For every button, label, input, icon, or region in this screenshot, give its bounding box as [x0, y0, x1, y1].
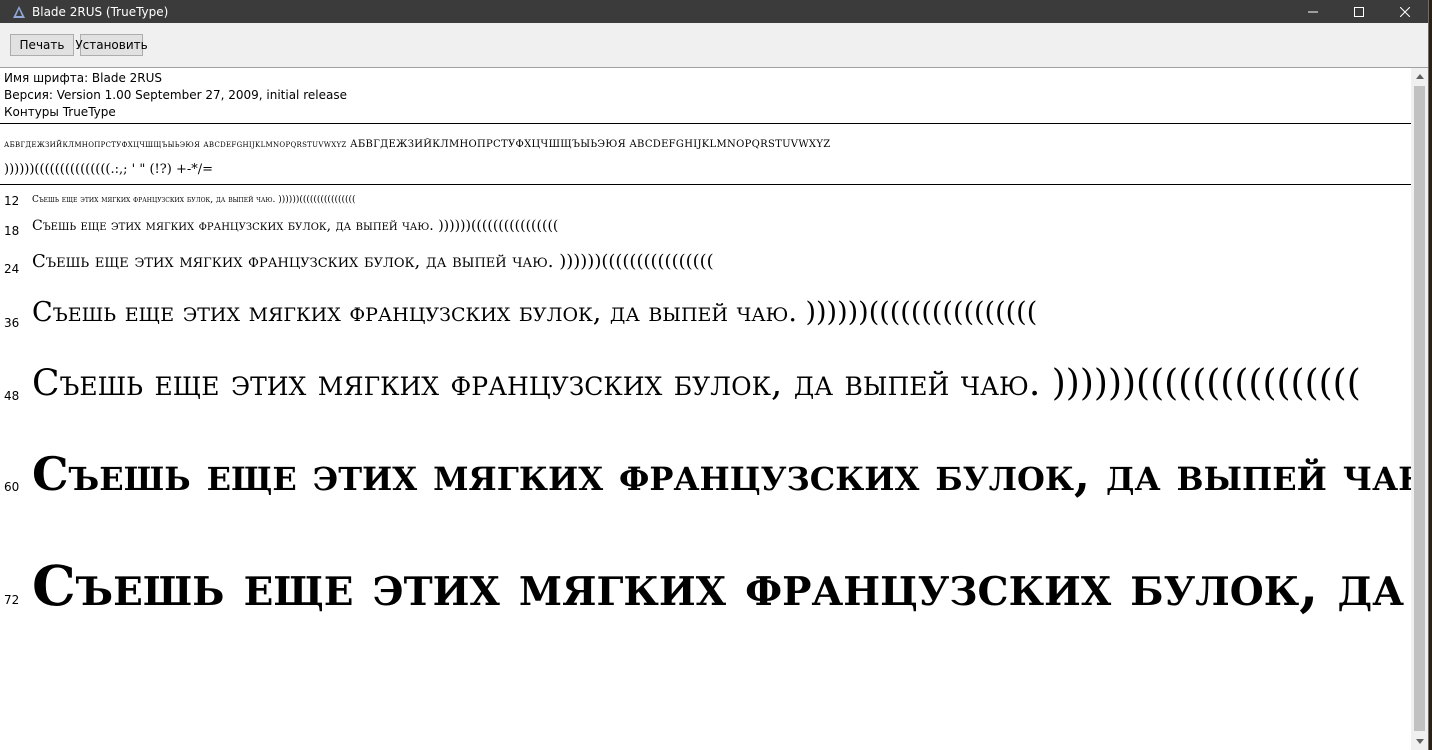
- title-bar[interactable]: Blade 2RUS (TrueType): [0, 0, 1428, 23]
- sample-row-36: 36 Съешь еще этих мягких французских бул…: [0, 291, 1411, 355]
- sample-row-12: 12 Съешь еще этих мягких французских бул…: [0, 185, 1411, 215]
- sample-row-60: 60 Съешь еще этих мягких французских бул…: [0, 443, 1411, 551]
- sample-size-label: 36: [4, 316, 20, 330]
- sample-size-label: 72: [4, 593, 20, 607]
- sample-text: Съешь еще этих мягких французских булок,…: [32, 195, 356, 205]
- sample-text: Съешь еще этих мягких французских булок,…: [32, 553, 1411, 618]
- charset-letters: абвгдежзийклмнопрстуфхцчшщъыьэюя abcdefg…: [4, 139, 831, 150]
- sample-size-label: 60: [4, 480, 20, 494]
- sample-row-18: 18 Съешь еще этих мягких французских бул…: [0, 215, 1411, 249]
- minimize-icon[interactable]: [1290, 0, 1336, 23]
- sample-text: Съешь еще этих мягких французских булок,…: [32, 251, 714, 272]
- divider: [0, 123, 1411, 124]
- scroll-down-icon[interactable]: [1411, 733, 1428, 750]
- close-icon[interactable]: [1382, 0, 1428, 23]
- sample-size-label: 24: [4, 262, 20, 276]
- maximize-icon[interactable]: [1336, 0, 1382, 23]
- font-viewer-window: Blade 2RUS (TrueType) Печать Установить …: [0, 0, 1429, 750]
- font-outline-line: Контуры TrueType: [4, 105, 116, 119]
- toolbar: Печать Установить: [0, 23, 1428, 68]
- sample-text: Съешь еще этих мягких французских булок,…: [32, 218, 559, 234]
- charset-symbols: ))))))(((((((((((((((.:,; ' " (!?) +-*/=: [4, 162, 214, 177]
- font-preview-area: Имя шрифта: Blade 2RUS Версия: Version 1…: [0, 68, 1411, 750]
- scroll-up-icon[interactable]: [1411, 68, 1428, 85]
- font-name-line: Имя шрифта: Blade 2RUS: [4, 71, 163, 85]
- install-button[interactable]: Установить: [75, 34, 148, 56]
- window-title: Blade 2RUS (TrueType): [32, 4, 169, 19]
- sample-row-48: 48 Съешь еще этих мягких французских бул…: [0, 355, 1411, 443]
- scrollbar-thumb[interactable]: [1414, 86, 1425, 731]
- sample-text: Съешь еще этих мягких французских булок,…: [32, 363, 1361, 404]
- font-info: Имя шрифта: Blade 2RUS Версия: Version 1…: [0, 68, 1411, 121]
- vertical-scrollbar[interactable]: [1411, 68, 1428, 750]
- sample-text: Съешь еще этих мягких французских булок,…: [32, 297, 1038, 328]
- sample-row-72: 72 Съешь еще этих мягких французских бул…: [0, 551, 1411, 691]
- sample-size-label: 48: [4, 389, 20, 403]
- font-version-line: Версия: Version 1.00 September 27, 2009,…: [4, 88, 347, 102]
- sample-text: Съешь еще этих мягких французских булок,…: [32, 447, 1411, 501]
- sample-row-24: 24 Съешь еще этих мягких французских бул…: [0, 249, 1411, 291]
- print-button[interactable]: Печать: [10, 34, 74, 56]
- sample-size-label: 18: [4, 224, 20, 238]
- sample-size-label: 12: [4, 194, 20, 208]
- font-app-icon: [10, 3, 28, 21]
